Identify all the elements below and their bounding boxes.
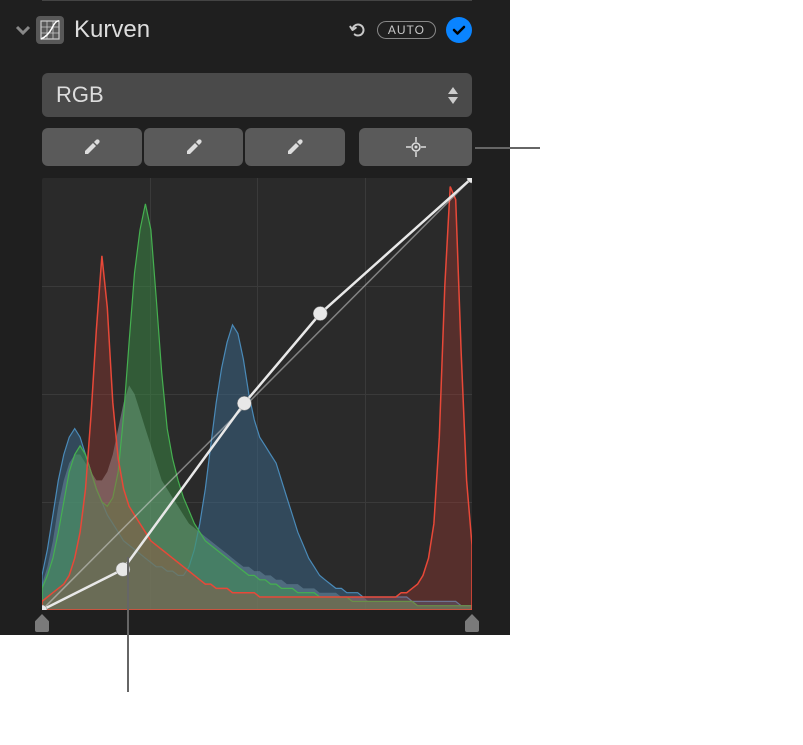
- reset-button[interactable]: [347, 19, 369, 41]
- black-point-slider[interactable]: [35, 614, 49, 632]
- eyedropper-row: [42, 128, 472, 166]
- add-point-button[interactable]: [359, 128, 472, 166]
- curves-histogram[interactable]: [42, 178, 472, 610]
- disclosure-triangle[interactable]: [14, 21, 32, 39]
- enable-toggle[interactable]: [446, 17, 472, 43]
- curves-icon: [36, 16, 64, 44]
- divider: [42, 0, 472, 1]
- channel-select[interactable]: RGB: [42, 73, 472, 117]
- callout-line: [475, 147, 540, 149]
- eyedropper-white-button[interactable]: [245, 128, 345, 166]
- white-point-slider[interactable]: [465, 614, 479, 632]
- stepper-icon: [448, 87, 458, 104]
- eyedropper-gray-button[interactable]: [144, 128, 244, 166]
- channel-label: RGB: [56, 82, 104, 108]
- eyedropper-black-button[interactable]: [42, 128, 142, 166]
- panel-title: Kurven: [74, 16, 150, 44]
- auto-button[interactable]: AUTO: [377, 21, 436, 39]
- panel-header: Kurven AUTO: [14, 16, 472, 44]
- curves-panel: Kurven AUTO RGB: [0, 0, 510, 635]
- callout-line: [127, 557, 129, 692]
- histogram-svg: [42, 178, 472, 610]
